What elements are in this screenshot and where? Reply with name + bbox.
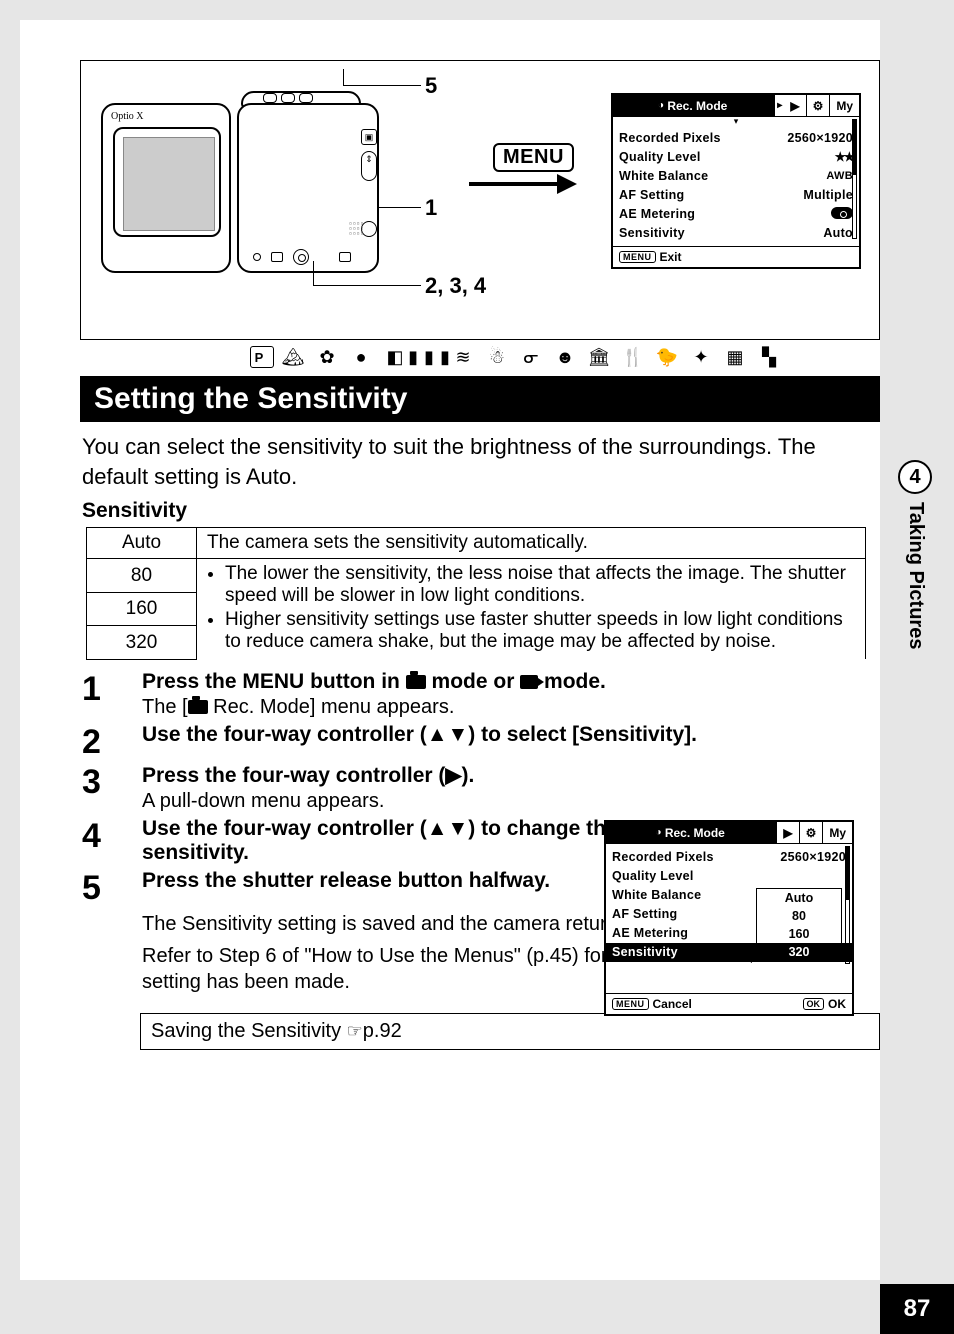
table-row: 320 [87, 626, 197, 660]
candle-icon: ✦ [692, 346, 716, 368]
sensitivity-subhead: Sensitivity [82, 499, 880, 523]
left-arrow-icon [744, 953, 752, 963]
step-number: 1 [82, 670, 142, 719]
table-row: 160 [87, 592, 197, 626]
lcd-screen-sensitivity-pulldown: ◑ Rec. Mode ▶ ⚙ My Recorded Pixels2560×1… [604, 820, 854, 1016]
ae-metering-icon [831, 207, 853, 219]
pointer-icon: ☞ [347, 1021, 363, 1041]
chapter-label: Taking Pictures [904, 502, 927, 649]
kids-icon: ☻ [556, 346, 580, 368]
sensitivity-pulldown: Auto 80 160 320 [756, 888, 842, 962]
flower-icon: ✿ [318, 346, 342, 368]
panorama-icon: ▮▮▮ [420, 346, 444, 368]
menu-button-label: MENU [493, 143, 574, 172]
chapter-number: 4 [898, 460, 932, 494]
museum-icon: 🏛 [590, 346, 614, 368]
landscape-icon: 🏔 [284, 346, 308, 368]
food-icon: 🍴 [624, 346, 648, 368]
callout-1: 1 [425, 195, 437, 221]
surf-icon: ≋ [454, 346, 478, 368]
camera-mode-icon [188, 700, 208, 714]
fireworks-icon: ▦ [726, 346, 750, 368]
table-row: 80 [87, 559, 197, 593]
camera-logo: Optio X [111, 111, 144, 122]
camera-illustration: Optio X ▣ ⇕ ▫▫▫▫▫▫▫▫▫▫▫▫ [101, 91, 401, 281]
intro-text: You can select the sensitivity to suit t… [82, 432, 872, 491]
mode-dial-icon: ▣ [361, 129, 377, 145]
step-number: 3 [82, 763, 142, 813]
arrow-icon [469, 177, 579, 191]
step-number: 4 [82, 817, 142, 865]
sport-icon: ᓂ [522, 346, 546, 368]
video-mode-icon [520, 675, 538, 689]
camera-mode-icon [406, 675, 426, 689]
night-icon: ◧ [386, 346, 410, 368]
page-number: 87 [880, 1284, 954, 1334]
table-row: Auto [87, 528, 197, 559]
cross-reference-box: Saving the Sensitivity ☞p.92 [140, 1013, 880, 1050]
top-diagram: Optio X ▣ ⇕ ▫▫▫▫▫▫▫▫▫▫▫▫ 5 1 [80, 60, 880, 340]
callout-5: 5 [425, 73, 437, 99]
ok-button-icon [293, 249, 309, 265]
snow-icon: ☃ [488, 346, 512, 368]
callout-234: 2, 3, 4 [425, 273, 486, 299]
sensitivity-table: Auto The camera sets the sensitivity aut… [86, 527, 866, 660]
frame-icon: ▚ [760, 346, 784, 368]
chapter-side-tab: 4 Taking Pictures [898, 460, 934, 700]
zoom-rocker-icon: ⇕ [361, 151, 377, 181]
portrait-icon: ● [352, 346, 376, 368]
step-number: 2 [82, 723, 142, 759]
mode-icon-row: P 🏔 ✿ ● ◧ ▮▮▮ ≋ ☃ ᓂ ☻ 🏛 🍴 🐤 ✦ ▦ ▚ [250, 346, 880, 368]
lcd-screen-rec-mode: ◑ Rec. Mode ▸ ▶ ⚙ My ▾ Recorded Pixels25… [611, 93, 861, 269]
section-heading: Setting the Sensitivity [80, 376, 880, 422]
pet-icon: 🐤 [658, 346, 682, 368]
step-number: 5 [82, 869, 142, 905]
